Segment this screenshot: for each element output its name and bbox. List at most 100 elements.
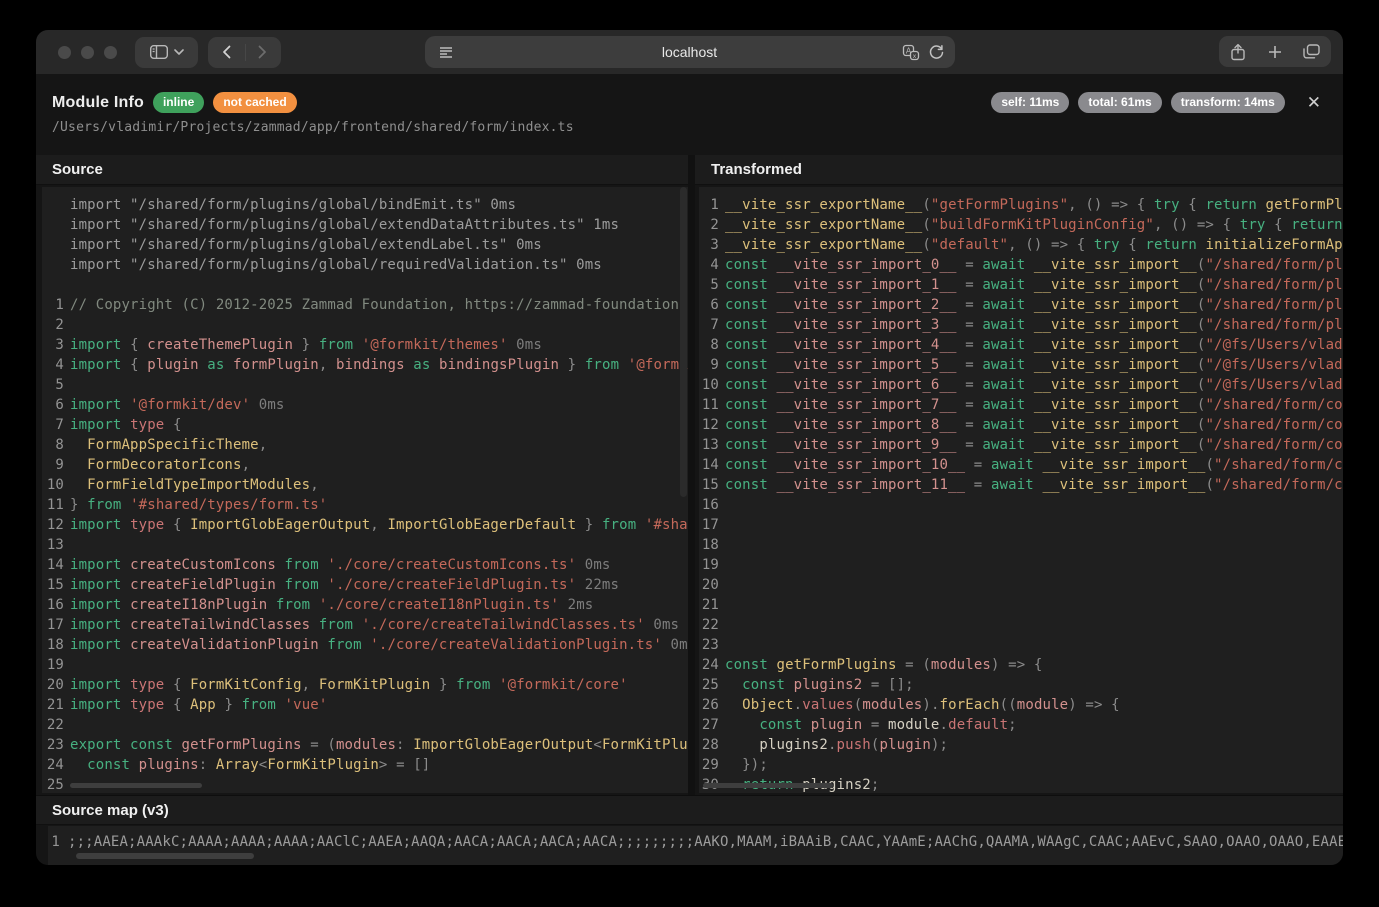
nav-divider [245, 44, 246, 61]
close-button[interactable]: ✕ [1307, 94, 1321, 111]
minimize-window-button[interactable] [81, 46, 94, 59]
code-line: 20import type { FormKitConfig, FormKitPl… [42, 675, 688, 695]
tab-overview-button[interactable] [1293, 44, 1330, 59]
code-text: import type { [70, 415, 182, 435]
line-number: 7 [699, 315, 719, 335]
code-line: 24 const plugins: Array<FormKitPlugin> =… [42, 755, 688, 775]
line-number: 7 [42, 415, 64, 435]
code-line: 20 [699, 575, 1343, 595]
back-button[interactable] [208, 45, 245, 59]
sourcemap-code[interactable]: 1;;;AAEA;AAAkC;AAAA;AAAA;AAAA;AAClC;AAEA… [48, 826, 1343, 865]
line-number [42, 255, 64, 275]
code-text: FormAppSpecificTheme, [70, 435, 267, 455]
code-line: 4import { plugin as formPlugin, bindings… [42, 355, 688, 375]
code-line: 8 FormAppSpecificTheme, [42, 435, 688, 455]
transformed-panel: Transformed 1__vite_ssr_exportName__("ge… [695, 155, 1343, 795]
close-window-button[interactable] [58, 46, 71, 59]
code-line: 17 [699, 515, 1343, 535]
code-line: import "/shared/form/plugins/global/bind… [42, 195, 688, 215]
sourcemap-horizontal-scrollbar[interactable] [76, 853, 254, 859]
code-text: import "/shared/form/plugins/global/requ… [70, 255, 602, 275]
code-text: const __vite_ssr_import_7__ = await __vi… [725, 395, 1343, 415]
toolbar-right-buttons [1219, 36, 1331, 67]
share-icon [1230, 43, 1246, 61]
code-text: plugins2.push(plugin); [725, 735, 948, 755]
line-number: 9 [42, 455, 64, 475]
source-panel-title: Source [36, 155, 688, 185]
code-line: 21 import type { App } from 'vue' [42, 695, 688, 715]
code-line: 5 [42, 375, 688, 395]
code-text: import { plugin as formPlugin, bindings … [70, 355, 688, 375]
code-line: 3import { createThemePlugin } from '@for… [42, 335, 688, 355]
source-vertical-scrollbar[interactable] [680, 187, 687, 497]
code-text: import createI18nPlugin from './core/cre… [70, 595, 593, 615]
zoom-window-button[interactable] [104, 46, 117, 59]
tabs-icon [1303, 44, 1320, 59]
code-panels: Source import "/shared/form/plugins/glob… [36, 155, 1343, 795]
forward-button[interactable] [245, 45, 282, 59]
line-number: 8 [42, 435, 64, 455]
line-number: 4 [699, 255, 719, 275]
line-number: 23 [699, 635, 719, 655]
code-text: import "/shared/form/plugins/global/exte… [70, 235, 542, 255]
code-text: const __vite_ssr_import_5__ = await __vi… [725, 355, 1343, 375]
code-line: 7 import type { [42, 415, 688, 435]
code-text: Object.values(modules).forEach((module) … [725, 695, 1120, 715]
line-number: 12 [42, 515, 64, 535]
line-number: 11 [42, 495, 64, 515]
line-number [42, 275, 64, 295]
code-line: 16import createI18nPlugin from './core/c… [42, 595, 688, 615]
line-number: 16 [699, 495, 719, 515]
code-line: 13const __vite_ssr_import_9__ = await __… [699, 435, 1343, 455]
code-line: 23export const getFormPlugins = (modules… [42, 735, 688, 755]
source-horizontal-scrollbar[interactable] [70, 783, 202, 788]
source-code[interactable]: import "/shared/form/plugins/global/bind… [42, 187, 688, 793]
line-number: 25 [42, 775, 64, 793]
code-line: 22 [42, 715, 688, 735]
code-line: 2__vite_ssr_exportName__("buildFormKitPl… [699, 215, 1343, 235]
code-text: import type { App } from 'vue' [70, 695, 327, 715]
module-path: /Users/vladimir/Projects/zammad/app/fron… [52, 120, 1327, 135]
code-text: FormFieldTypeImportModules, [70, 475, 319, 495]
sidebar-toggle-button[interactable] [135, 37, 198, 68]
code-text: const __vite_ssr_import_4__ = await __vi… [725, 335, 1343, 355]
share-button[interactable] [1220, 43, 1257, 61]
code-text: ;;;AAEA;AAAkC;AAAA;AAAA;AAAA;AAClC;AAEA;… [68, 832, 1343, 852]
line-number: 5 [699, 275, 719, 295]
transformed-horizontal-scrollbar[interactable] [703, 783, 833, 788]
line-number: 12 [699, 415, 719, 435]
transformed-code[interactable]: 1__vite_ssr_exportName__("getFormPlugins… [699, 187, 1343, 793]
line-number: 11 [699, 395, 719, 415]
code-text: const __vite_ssr_import_0__ = await __vi… [725, 255, 1343, 275]
code-text: const __vite_ssr_import_6__ = await __vi… [725, 375, 1343, 395]
code-line: 10 FormFieldTypeImportModules, [42, 475, 688, 495]
metric-self: self: 11ms [991, 92, 1069, 113]
sourcemap-title: Source map (v3) [36, 795, 1343, 825]
line-number: 28 [699, 735, 719, 755]
code-line: 6import '@formkit/dev' 0ms [42, 395, 688, 415]
line-number: 21 [42, 695, 64, 715]
translate-icon[interactable]: A x [902, 43, 920, 61]
code-text: import createCustomIcons from './core/cr… [70, 555, 611, 575]
code-text: import type { ImportGlobEagerOutput, Imp… [70, 515, 688, 535]
code-line [42, 275, 688, 295]
line-number: 24 [699, 655, 719, 675]
reload-icon[interactable] [928, 44, 945, 61]
line-number: 17 [699, 515, 719, 535]
reader-icon[interactable] [437, 43, 455, 61]
code-line: 29 }); [699, 755, 1343, 775]
code-line: 12 import type { ImportGlobEagerOutput, I… [42, 515, 688, 535]
code-text: __vite_ssr_exportName__("default", () =>… [725, 235, 1343, 255]
code-line: 12const __vite_ssr_import_8__ = await __… [699, 415, 1343, 435]
new-tab-button[interactable] [1257, 45, 1294, 59]
line-number: 3 [699, 235, 719, 255]
line-number: 14 [42, 555, 64, 575]
status-badge-not-cached: not cached [213, 92, 296, 113]
code-line: 9 FormDecoratorIcons, [42, 455, 688, 475]
browser-toolbar: localhost A x [36, 30, 1343, 74]
address-bar[interactable]: localhost A x [425, 36, 955, 68]
module-info-header: Module Info inline not cached self: 11ms… [36, 74, 1343, 135]
code-line: 22 [699, 615, 1343, 635]
code-line: 27 const plugin = module.default; [699, 715, 1343, 735]
code-text: import "/shared/form/plugins/global/bind… [70, 195, 516, 215]
